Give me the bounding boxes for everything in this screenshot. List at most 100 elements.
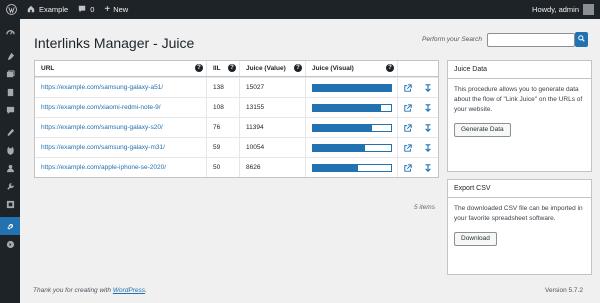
comment-bubble-icon	[78, 5, 86, 15]
settings-icon[interactable]	[0, 195, 20, 213]
help-icon[interactable]: ?	[386, 64, 394, 72]
row-juice-visual	[306, 158, 398, 177]
help-icon[interactable]: ?	[294, 64, 302, 72]
row-url[interactable]: https://example.com/samsung-galaxy-m31/	[35, 138, 207, 157]
avatar	[583, 4, 594, 15]
juice-bar	[312, 123, 392, 132]
new-content-link[interactable]: + New	[99, 0, 133, 19]
footer-thanks: Thank you for creating with WordPress.	[33, 287, 147, 294]
search-input[interactable]	[487, 33, 575, 47]
juice-bar	[312, 143, 392, 152]
row-juice-visual	[306, 98, 398, 117]
dashboard-icon[interactable]	[0, 23, 20, 41]
row-url[interactable]: https://example.com/xiaomi-redmi-note-9/	[35, 98, 207, 117]
wordpress-link[interactable]: WordPress	[113, 287, 145, 294]
row-iil: 59	[207, 138, 240, 157]
juice-bar-fill	[313, 164, 358, 171]
search-icon	[578, 35, 585, 44]
search-button[interactable]	[575, 32, 588, 47]
row-iil: 76	[207, 118, 240, 137]
table-row: https://example.com/samsung-galaxy-m31/5…	[35, 137, 438, 157]
row-actions	[398, 138, 438, 157]
download-button[interactable]: Download	[454, 232, 497, 246]
row-juice-value: 13155	[240, 98, 306, 117]
posts-icon[interactable]	[0, 47, 20, 65]
row-url[interactable]: https://example.com/apple-iphone-se-2020…	[35, 158, 207, 177]
column-header-iil[interactable]: IIL?	[207, 61, 240, 76]
anchors-icon[interactable]	[424, 163, 432, 172]
plugins-icon[interactable]	[0, 141, 20, 159]
column-header-juice-visual[interactable]: Juice (Visual)?	[306, 61, 398, 76]
site-name: Example	[39, 5, 69, 14]
search-label: Perform your Search	[422, 36, 482, 43]
juice-bar-fill	[313, 144, 366, 151]
open-link-icon[interactable]	[404, 163, 412, 172]
home-icon	[27, 5, 35, 15]
generate-data-button[interactable]: Generate Data	[454, 123, 511, 137]
export-csv-text: The downloaded CSV file can be imported …	[454, 205, 583, 222]
row-url[interactable]: https://example.com/samsung-galaxy-a51/	[35, 78, 207, 97]
comments-link[interactable]: 0	[73, 0, 99, 19]
row-url[interactable]: https://example.com/samsung-galaxy-s20/	[35, 118, 207, 137]
open-link-icon[interactable]	[404, 83, 412, 92]
pages-icon[interactable]	[0, 83, 20, 101]
column-header-juice-value[interactable]: Juice (Value)?	[240, 61, 306, 76]
interlinks-icon[interactable]	[0, 217, 20, 235]
column-header-actions	[398, 61, 438, 76]
row-juice-visual	[306, 78, 398, 97]
row-juice-value: 10054	[240, 138, 306, 157]
table-row: https://example.com/apple-iphone-se-2020…	[35, 157, 438, 177]
row-iil: 108	[207, 98, 240, 117]
column-header-url[interactable]: URL?	[35, 61, 207, 76]
juice-data-box: Juice Data This procedure allows you to …	[447, 60, 592, 172]
row-juice-value: 8626	[240, 158, 306, 177]
help-icon[interactable]: ?	[228, 64, 236, 72]
open-link-icon[interactable]	[404, 123, 412, 132]
site-name-link[interactable]: Example	[22, 0, 73, 19]
admin-bar: Example 0 + New Howdy, admin	[0, 0, 600, 19]
howdy-text: Howdy, admin	[532, 5, 579, 14]
wordpress-logo-icon[interactable]	[0, 0, 22, 19]
anchors-icon[interactable]	[424, 103, 432, 112]
row-juice-value: 15027	[240, 78, 306, 97]
comments-count: 0	[90, 5, 95, 14]
help-icon[interactable]: ?	[195, 64, 203, 72]
anchors-icon[interactable]	[424, 143, 432, 152]
export-csv-box: Export CSV The downloaded CSV file can b…	[447, 179, 592, 275]
row-juice-visual	[306, 118, 398, 137]
row-juice-value: 11394	[240, 118, 306, 137]
table-header: URL? IIL? Juice (Value)? Juice (Visual)?	[35, 61, 438, 77]
row-actions	[398, 158, 438, 177]
juice-bar	[312, 83, 392, 92]
row-actions	[398, 98, 438, 117]
media-icon[interactable]	[0, 65, 20, 83]
row-actions	[398, 118, 438, 137]
footer-version: Version 5.7.2	[545, 287, 583, 294]
main-content: Interlinks Manager - Juice Perform your …	[20, 19, 600, 303]
table-row: https://example.com/samsung-galaxy-s20/7…	[35, 117, 438, 137]
table-row: https://example.com/xiaomi-redmi-note-9/…	[35, 97, 438, 117]
juice-bar-fill	[313, 124, 373, 131]
collapse-icon[interactable]	[0, 235, 20, 253]
open-link-icon[interactable]	[404, 143, 412, 152]
admin-sidebar	[0, 19, 20, 303]
row-iil: 138	[207, 78, 240, 97]
page-title: Interlinks Manager - Juice	[34, 35, 195, 51]
juice-bar	[312, 103, 392, 112]
new-label: New	[113, 5, 129, 14]
juice-bar	[312, 163, 392, 172]
export-csv-title: Export CSV	[448, 180, 591, 198]
account-menu[interactable]: Howdy, admin	[527, 0, 600, 19]
juice-bar-fill	[313, 84, 391, 91]
open-link-icon[interactable]	[404, 103, 412, 112]
row-juice-visual	[306, 138, 398, 157]
anchors-icon[interactable]	[424, 83, 432, 92]
row-iil: 50	[207, 158, 240, 177]
row-actions	[398, 78, 438, 97]
comments-icon[interactable]	[0, 101, 20, 119]
tools-icon[interactable]	[0, 177, 20, 195]
appearance-icon[interactable]	[0, 123, 20, 141]
anchors-icon[interactable]	[424, 123, 432, 132]
users-icon[interactable]	[0, 159, 20, 177]
juice-data-title: Juice Data	[448, 61, 591, 79]
